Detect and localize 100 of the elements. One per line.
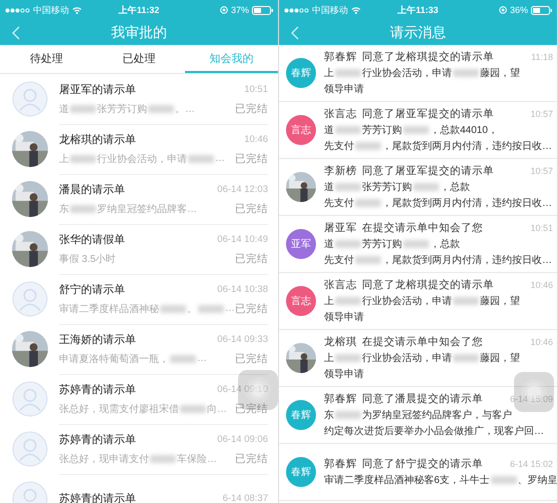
text-fragment: 、罗纳皇	[518, 474, 557, 487]
carrier-name: 中国移动	[33, 4, 69, 16]
signal-icon	[284, 6, 309, 14]
text-fragment: 东	[59, 202, 69, 216]
request-status: 已完结	[235, 402, 268, 416]
back-icon[interactable]	[12, 26, 20, 40]
wifi-icon	[351, 6, 361, 14]
blurred-text	[180, 404, 206, 412]
sender-name: 龙榕琪	[324, 335, 357, 349]
request-status: 已完结	[235, 302, 268, 316]
text-fragment: 道	[59, 102, 69, 116]
back-icon[interactable]	[291, 26, 299, 40]
avatar-initials: 言志	[286, 115, 316, 145]
request-title: 舒宁的请示单	[59, 282, 125, 296]
blurred-text	[355, 256, 381, 264]
text-fragment: 芳芳订购	[362, 124, 402, 137]
message-action: 同意了屠亚军提交的请示单	[362, 107, 494, 121]
text-fragment: 领导申请	[324, 368, 364, 381]
request-status: 已完结	[235, 202, 268, 216]
message-time: 10:57	[530, 166, 553, 176]
message-action: 在提交请示单中知会了您	[362, 335, 483, 349]
text-fragment: 约定每次进货后要举办小品会做推广，现客户回…	[324, 424, 544, 438]
request-title: 王海娇的请示单	[59, 332, 136, 346]
text-fragment: 上	[324, 294, 334, 308]
blurred-text	[150, 454, 176, 462]
text-fragment: 为罗纳皇冠签约品牌客户，与客户	[362, 408, 512, 422]
request-title: 苏婷青的请示单	[59, 432, 136, 446]
blurred-text	[70, 204, 96, 212]
sender-name: 屠亚军	[324, 221, 357, 235]
text-fragment: ，总款44010，	[430, 124, 498, 137]
text-fragment: 先支付	[324, 254, 354, 267]
text-fragment: 藤园，望	[480, 294, 520, 308]
battery-icon	[531, 6, 552, 14]
wifi-icon	[72, 6, 82, 14]
text-fragment: ，总款	[430, 238, 460, 251]
message-action: 同意了屠亚军提交的请示单	[362, 164, 494, 178]
sender-name: 郭春辉	[324, 457, 357, 471]
avatar-initials: 春辉	[286, 457, 316, 487]
sender-name: 郭春辉	[324, 50, 357, 64]
status-time: 上午11:32	[118, 4, 160, 16]
message-action: 同意了潘晨提交的请示单	[362, 392, 483, 406]
text-fragment: 领导申请	[324, 310, 364, 324]
text-fragment: 张总好，现需支付廖祖宋借	[59, 402, 179, 416]
text-fragment: 申请夏洛特葡萄酒一瓶，	[59, 352, 169, 366]
text-fragment: ，总款	[440, 180, 470, 194]
blurred-text	[335, 411, 361, 419]
text-fragment: 。…	[175, 102, 195, 116]
message-action: 在提交请示单中知会了您	[362, 221, 483, 235]
request-status: 已完结	[235, 252, 268, 266]
request-status: 已完结	[235, 102, 268, 116]
request-title: 苏婷青的请示单	[59, 382, 136, 396]
request-time: 10:51	[244, 84, 268, 94]
text-fragment: 上	[324, 66, 334, 80]
avatar-initials: 言志	[286, 286, 316, 316]
text-fragment: 张总好，现申请支付	[59, 452, 149, 466]
text-fragment: 罗纳皇冠签约品牌客…	[97, 202, 197, 216]
text-fragment: 行业协会活动，申请	[362, 352, 452, 365]
text-fragment: 行业协会活动，申请	[362, 294, 452, 308]
request-time: 06-14 10:38	[217, 284, 268, 294]
status-time: 上午11:33	[398, 4, 438, 16]
text-fragment: 上	[59, 152, 69, 166]
default-avatar-icon	[12, 81, 48, 117]
carrier-name: 中国移动	[312, 4, 348, 16]
rotation-lock-icon	[498, 6, 507, 14]
message-time: 10:51	[530, 223, 553, 233]
text-fragment: 上	[324, 352, 334, 365]
text-fragment: 审请二季度样品酒神秘客6支，斗牛士	[324, 474, 490, 487]
text-fragment: 行业协会活动，申请	[362, 66, 452, 80]
blurred-text	[335, 354, 361, 362]
text-fragment: …	[225, 303, 235, 314]
text-fragment: 道	[324, 124, 334, 137]
text-fragment: 先支付	[324, 140, 354, 153]
request-time: 06-14 09:33	[217, 334, 268, 344]
text-fragment: 向…	[207, 402, 227, 416]
blurred-text	[160, 304, 186, 312]
blurred-text	[403, 126, 429, 134]
request-title: 张华的请假单	[59, 232, 125, 246]
message-action: 同意了舒宁提交的请示单	[362, 457, 483, 471]
screen-title: 我审批的	[111, 24, 167, 42]
blurred-text	[403, 240, 429, 248]
sender-name: 张言志	[324, 278, 357, 292]
text-fragment: 审请二季度样品酒神秘	[59, 302, 159, 316]
text-fragment: ，尾款货到两月内付清，违约按日收…	[382, 196, 552, 210]
message-time: 10:57	[530, 109, 553, 119]
blurred-text	[335, 183, 361, 191]
text-fragment: 领导申请	[324, 82, 364, 96]
blurred-text	[335, 240, 361, 248]
request-status: 已完结	[235, 152, 268, 166]
blurred-text	[198, 304, 224, 312]
blurred-text	[413, 183, 439, 191]
message-time: 10:46	[530, 337, 553, 347]
request-time: 10:46	[244, 134, 268, 144]
default-avatar-icon	[12, 381, 48, 417]
blurred-text	[355, 142, 381, 150]
request-status: 已完结	[235, 352, 268, 366]
text-fragment: 车保险…	[177, 452, 217, 466]
text-fragment: 。	[187, 302, 197, 316]
request-title: 龙榕琪的请示单	[59, 132, 136, 146]
blurred-text	[490, 476, 517, 484]
text-fragment: 事假 3.5小时	[59, 252, 116, 266]
